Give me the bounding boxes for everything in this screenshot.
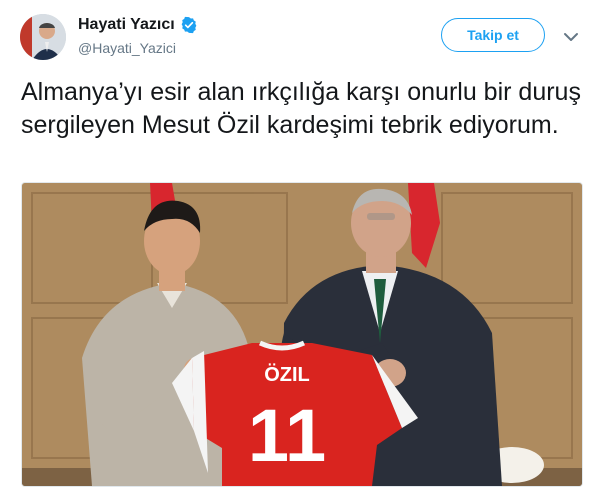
follow-button[interactable]: Takip et xyxy=(441,18,545,52)
user-handle[interactable]: @Hayati_Yazici xyxy=(78,40,176,56)
avatar[interactable] xyxy=(20,14,66,60)
chevron-down-icon[interactable] xyxy=(562,30,580,44)
tweet-photo[interactable]: ÖZIL 11 xyxy=(21,182,583,487)
display-name[interactable]: Hayati Yazıcı xyxy=(78,16,175,34)
jersey-name-text: ÖZIL xyxy=(264,363,310,386)
author-name-row: Hayati Yazıcı xyxy=(78,16,198,34)
verified-badge-icon xyxy=(180,16,198,34)
jersey-number-text: 11 xyxy=(248,394,326,477)
avatar-image xyxy=(20,14,66,60)
tweet-text: Almanya’yı esir alan ırkçılığa karşı onu… xyxy=(21,78,581,139)
